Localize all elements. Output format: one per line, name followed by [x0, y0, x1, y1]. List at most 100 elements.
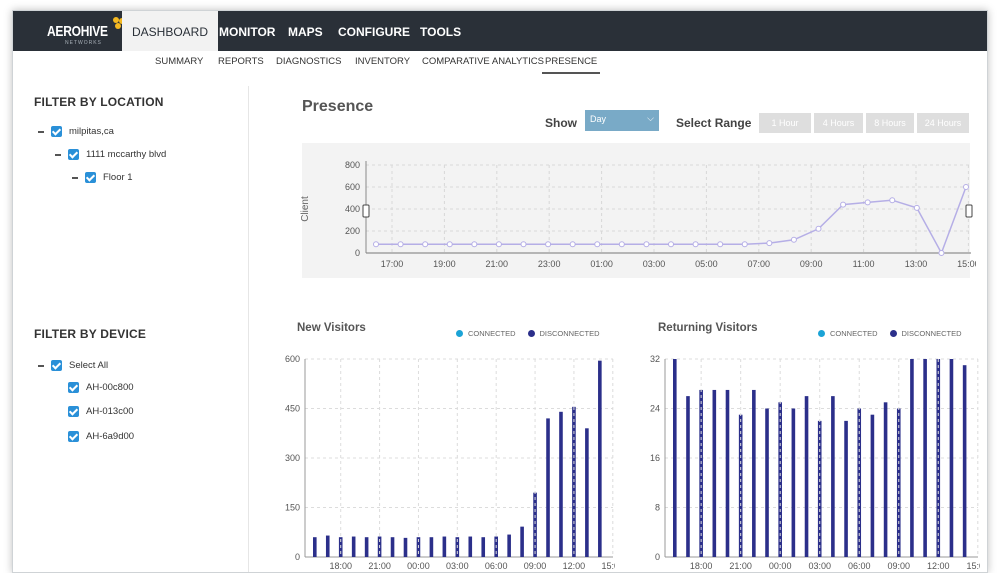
- collapse-icon[interactable]: [55, 153, 61, 156]
- bar: [585, 428, 589, 557]
- x-tick-label: 15:00: [967, 561, 980, 571]
- device-tree-item[interactable]: AH-013c00: [68, 406, 134, 417]
- x-tick-label: 18:00: [329, 561, 352, 571]
- data-point: [815, 225, 822, 232]
- data-point: [766, 240, 773, 247]
- logo-text: AEROHIVE: [47, 23, 108, 40]
- y-tick-label: 200: [345, 226, 360, 236]
- aerohive-logo[interactable]: AEROHIVE NETWORKS: [37, 16, 129, 46]
- bar: [325, 535, 330, 557]
- bar: [883, 402, 888, 557]
- tab-summary[interactable]: SUMMARY: [155, 56, 203, 74]
- device-label: AH-00c800: [86, 382, 134, 393]
- tab-reports[interactable]: REPORTS: [218, 56, 264, 74]
- range-8-hours-button[interactable]: 8 Hours: [866, 113, 914, 133]
- location-label: 1111 mccarthy blvd: [86, 149, 167, 160]
- disconnected-legend-dot: [889, 330, 897, 337]
- bar: [546, 418, 550, 557]
- checkbox-checked-icon[interactable]: [68, 406, 79, 417]
- location-tree-item[interactable]: milpitas,ca: [38, 126, 114, 137]
- checkbox-checked-icon[interactable]: [51, 126, 62, 137]
- y-tick-label: 600: [285, 354, 300, 364]
- device-tree-item[interactable]: Select All: [38, 360, 108, 371]
- data-point: [741, 241, 748, 248]
- location-label: milpitas,ca: [69, 126, 114, 137]
- nav-maps[interactable]: MAPS: [278, 11, 333, 51]
- data-point: [692, 241, 699, 248]
- legend-disconnected-label: DISCONNECTED: [539, 329, 600, 338]
- bar: [673, 359, 677, 557]
- x-tick-label: 15:00: [602, 561, 615, 571]
- nav-dashboard[interactable]: DASHBOARD: [122, 11, 219, 51]
- filter-location-title: FILTER BY LOCATION: [34, 95, 164, 109]
- y-tick-label: 16: [650, 453, 660, 463]
- device-label: AH-6a9d00: [86, 431, 135, 442]
- checkbox-checked-icon[interactable]: [51, 360, 62, 371]
- nav-configure[interactable]: CONFIGURE: [328, 11, 420, 51]
- device-tree-item[interactable]: AH-00c800: [68, 382, 134, 393]
- location-tree-item[interactable]: 1111 mccarthy blvd: [55, 149, 166, 160]
- bar: [520, 526, 524, 557]
- data-point: [495, 241, 502, 248]
- device-tree-item[interactable]: AH-6a9d00: [68, 431, 134, 442]
- device-label: Select All: [69, 360, 109, 371]
- logo-subtext: NETWORKS: [65, 40, 102, 46]
- collapse-icon[interactable]: [38, 130, 44, 133]
- nav-monitor[interactable]: MONITOR: [209, 11, 285, 51]
- bar: [429, 537, 434, 557]
- panel-divider: [248, 86, 249, 572]
- tab-inventory[interactable]: INVENTORY: [355, 56, 410, 74]
- bar: [390, 537, 395, 557]
- y-tick-label: 32: [650, 354, 660, 364]
- show-dropdown[interactable]: Day ⌵: [585, 110, 659, 131]
- x-tick-label: 00:00: [407, 561, 430, 571]
- tab-diagnostics[interactable]: DIAGNOSTICS: [276, 56, 341, 74]
- checkbox-checked-icon[interactable]: [85, 172, 96, 183]
- nav-tools[interactable]: TOOLS: [410, 11, 471, 51]
- returning-visitors-legend: CONNECTED DISCONNECTED: [818, 329, 962, 338]
- checkbox-checked-icon[interactable]: [68, 431, 79, 442]
- bar: [817, 420, 822, 557]
- range-1-hour-button[interactable]: 1 Hour: [759, 113, 811, 133]
- checkbox-checked-icon[interactable]: [68, 149, 79, 160]
- tab-presence[interactable]: PRESENCE: [542, 56, 601, 74]
- x-tick-label: 06:00: [485, 561, 508, 571]
- bar: [923, 359, 927, 557]
- app-window: AEROHIVE NETWORKS DASHBOARD MONITOR MAPS…: [12, 10, 988, 573]
- y-tick-label: 0: [295, 552, 300, 562]
- location-tree-item[interactable]: Floor 1: [72, 172, 133, 183]
- collapse-icon[interactable]: [72, 176, 78, 179]
- filter-device-title: FILTER BY DEVICE: [34, 327, 147, 341]
- data-point: [889, 197, 896, 204]
- x-tick-label: 09:00: [887, 561, 910, 571]
- x-tick-label: 01:00: [590, 259, 613, 269]
- x-tick-label: 21:00: [486, 259, 509, 269]
- data-point: [471, 241, 478, 248]
- y-tick-label: 400: [345, 204, 360, 214]
- presence-line-chart: 0 200 400 600 800 17:00 19:00 21:00 23:00 01:00 03…: [300, 160, 976, 269]
- x-tick-label: 13:00: [905, 259, 928, 269]
- collapse-icon[interactable]: [38, 364, 44, 367]
- disconnected-legend-dot: [527, 330, 535, 337]
- bar: [468, 536, 473, 557]
- bar: [313, 537, 317, 557]
- new-visitors-title: New Visitors: [297, 322, 366, 334]
- bar: [712, 389, 717, 557]
- range-4-hours-button[interactable]: 4 Hours: [814, 113, 863, 133]
- x-tick-label: 17:00: [381, 259, 404, 269]
- y-axis-label: Client: [300, 196, 311, 222]
- data-point: [840, 201, 847, 208]
- select-range-label: Select Range: [676, 116, 752, 130]
- range-24-hours-button[interactable]: 24 Hours: [917, 113, 969, 133]
- y-tick-label: 800: [345, 160, 360, 170]
- data-point: [397, 241, 404, 248]
- returning-visitors-title: Returning Visitors: [658, 322, 758, 334]
- bar: [870, 414, 875, 557]
- x-tick-label: 06:00: [848, 561, 871, 571]
- bar: [686, 396, 690, 557]
- bar: [765, 408, 769, 557]
- x-tick-label: 11:00: [853, 259, 875, 269]
- tab-comparative-analytics[interactable]: COMPARATIVE ANALYTICS: [422, 56, 544, 74]
- checkbox-checked-icon[interactable]: [68, 382, 79, 393]
- data-point: [790, 236, 797, 243]
